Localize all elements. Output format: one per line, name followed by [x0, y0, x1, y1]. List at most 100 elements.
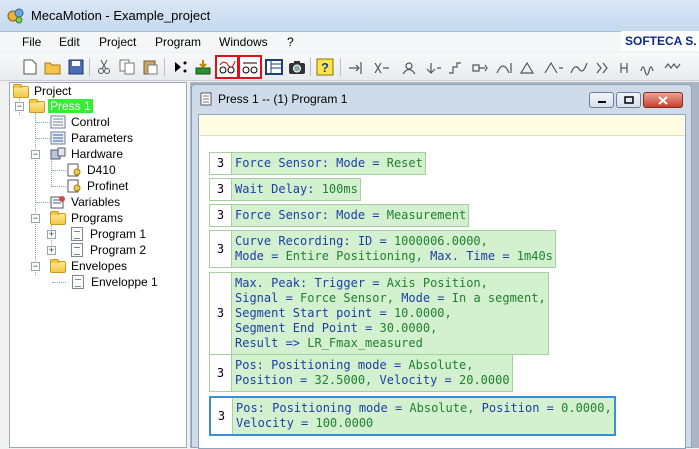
step-text: Pos: Positioning mode = Absolute, Positi…	[233, 398, 614, 434]
tree-connector	[36, 202, 50, 203]
step-value: Absolute,	[408, 358, 474, 372]
step-value: Axis Position,	[386, 276, 488, 290]
step-keyword: Result =>	[235, 336, 308, 350]
minimize-button[interactable]	[589, 92, 614, 108]
menu-help[interactable]: ?	[287, 35, 294, 49]
tree-node-press[interactable]: Press 1	[29, 98, 93, 114]
step-value: 100ms	[321, 182, 358, 196]
tree-node-profinet[interactable]: Profinet	[66, 178, 130, 194]
parameters-icon	[50, 131, 66, 145]
tree-node-program-2[interactable]: Program 2	[69, 242, 148, 258]
window-title: MecaMotion - Example_project	[31, 8, 211, 23]
step-value: LR_Fmax_measured	[307, 336, 423, 350]
control-icon	[50, 115, 66, 129]
step-value: Reset	[386, 156, 423, 170]
menu-program[interactable]: Program	[155, 35, 201, 49]
step-value: 20.0000	[459, 373, 510, 387]
copy-icon[interactable]	[117, 57, 137, 77]
tree-connector	[36, 138, 50, 139]
app-logo-icon	[7, 8, 24, 24]
download-icon[interactable]	[193, 57, 213, 77]
expander-icon[interactable]: −	[31, 262, 40, 271]
tree-node-control[interactable]: Control	[50, 114, 112, 130]
tree-node-hardware[interactable]: Hardware	[50, 146, 125, 162]
document-icon	[71, 243, 83, 257]
step-number: 3	[211, 398, 233, 434]
cut-icon[interactable]	[94, 57, 114, 77]
expander-icon[interactable]: +	[47, 246, 56, 255]
tree-connector	[52, 186, 66, 187]
save-icon[interactable]	[66, 57, 86, 77]
menu-edit[interactable]: Edit	[59, 35, 80, 49]
program-step[interactable]: 3 Curve Recording: ID = 1000006.0000, Mod…	[209, 230, 556, 268]
run-icon[interactable]	[170, 57, 190, 77]
folder-icon	[13, 84, 29, 98]
tree-node-envelope-1[interactable]: Enveloppe 1	[70, 274, 160, 290]
svg-text:?: ?	[321, 60, 329, 75]
menu-file[interactable]: File	[22, 35, 41, 49]
curve-view-icon[interactable]	[238, 55, 262, 79]
step-value: 10.0000,	[393, 306, 452, 320]
toolbar: ?	[0, 53, 699, 81]
close-button[interactable]	[643, 92, 683, 108]
tree-connector	[52, 282, 66, 283]
tree-node-program-1[interactable]: Program 1	[69, 226, 148, 242]
variables-icon	[50, 196, 65, 209]
folder-icon	[50, 211, 66, 225]
paste-icon[interactable]	[140, 57, 160, 77]
step-keyword: Mode =	[401, 291, 452, 305]
step-keyword: Wait Delay:	[235, 182, 322, 196]
program-step[interactable]: 3 Pos: Positioning mode = Absolute, Posit…	[209, 354, 513, 392]
step-keyword: Position =	[481, 401, 562, 415]
device-icon	[67, 163, 81, 177]
step-keyword: Pos: Positioning mode =	[236, 401, 410, 415]
toolbar-separator	[164, 58, 165, 76]
project-tree[interactable]: Project − Press 1 Control Parameters − H…	[9, 82, 187, 448]
program-step[interactable]: 3 Max. Peak: Trigger = Axis Position, Sig…	[209, 272, 549, 355]
program-steps-area[interactable]: 3 Force Sensor: Mode = Reset 3 Wait Delay: …	[198, 114, 686, 449]
step-number: 3	[210, 179, 232, 200]
panel-icon[interactable]	[264, 57, 284, 77]
step-number: 3	[210, 231, 232, 267]
step-text: Curve Recording: ID = 1000006.0000, Mode…	[232, 231, 555, 267]
program-step[interactable]: 3 Force Sensor: Mode = Reset	[209, 152, 426, 175]
camera-icon[interactable]	[287, 57, 307, 77]
tree-node-parameters[interactable]: Parameters	[50, 130, 135, 146]
expander-icon[interactable]: +	[47, 230, 56, 239]
step-keyword: Curve Recording: ID =	[235, 234, 394, 248]
menu-project[interactable]: Project	[99, 35, 136, 49]
step-value: Measurement	[386, 208, 467, 222]
info-bar	[199, 115, 685, 136]
tree-node-programs[interactable]: Programs	[50, 210, 125, 226]
tree-node-project[interactable]: Project	[13, 83, 73, 99]
help-icon[interactable]: ?	[315, 57, 335, 77]
hardware-icon	[50, 147, 66, 160]
expander-icon[interactable]: −	[31, 214, 40, 223]
expander-icon[interactable]: −	[15, 102, 24, 111]
program-step[interactable]: 3 Pos: Positioning mode = Absolute, Posit…	[209, 396, 616, 436]
tree-connector	[51, 161, 52, 187]
document-icon	[71, 227, 83, 241]
step-text: Pos: Positioning mode = Absolute, Positi…	[232, 355, 512, 391]
open-icon[interactable]	[43, 57, 63, 77]
program-step[interactable]: 3 Wait Delay: 100ms	[209, 178, 361, 201]
program-step[interactable]: 3 Force Sensor: Mode = Measurement	[209, 204, 470, 227]
step-keyword: Max. Time =	[430, 249, 517, 263]
new-icon[interactable]	[20, 57, 40, 77]
step-keyword: Force Sensor: Mode =	[235, 156, 387, 170]
tree-node-d410[interactable]: D410	[66, 162, 118, 178]
menu-bar: File Edit Project Program Windows ?	[0, 32, 699, 52]
tree-node-envelopes[interactable]: Envelopes	[50, 258, 129, 274]
maximize-button[interactable]	[616, 92, 641, 108]
step-icons[interactable]	[345, 59, 695, 77]
menu-windows[interactable]: Windows	[219, 35, 268, 49]
expander-icon[interactable]: −	[31, 150, 40, 159]
tree-node-variables[interactable]: Variables	[50, 194, 122, 210]
folder-icon	[50, 259, 66, 273]
brand-logo: SOFTECA S.	[621, 31, 699, 51]
program-editor-window[interactable]: Press 1 -- (1) Program 1 3 Force Sensor: …	[191, 84, 692, 449]
curve-recording-icon[interactable]	[215, 55, 239, 79]
step-keyword: Signal =	[235, 291, 301, 305]
toolbar-separator	[340, 58, 341, 76]
step-value: 1m40s	[516, 249, 553, 263]
